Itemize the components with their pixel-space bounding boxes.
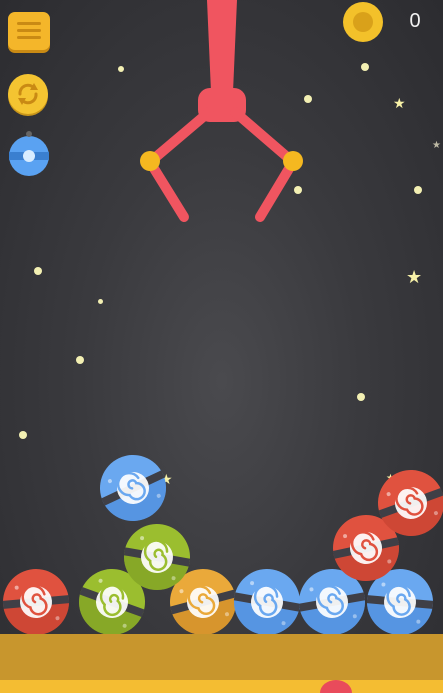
ball-blue-4 <box>100 455 166 521</box>
ground-floor <box>0 634 443 680</box>
ball-blue-1 <box>233 569 301 635</box>
balls-layer <box>2 455 443 635</box>
ground-lip <box>0 680 443 693</box>
ball-red-1 <box>2 569 70 635</box>
game-stage[interactable]: ★ ★ ★ ★ ★ 0 <box>0 0 443 693</box>
